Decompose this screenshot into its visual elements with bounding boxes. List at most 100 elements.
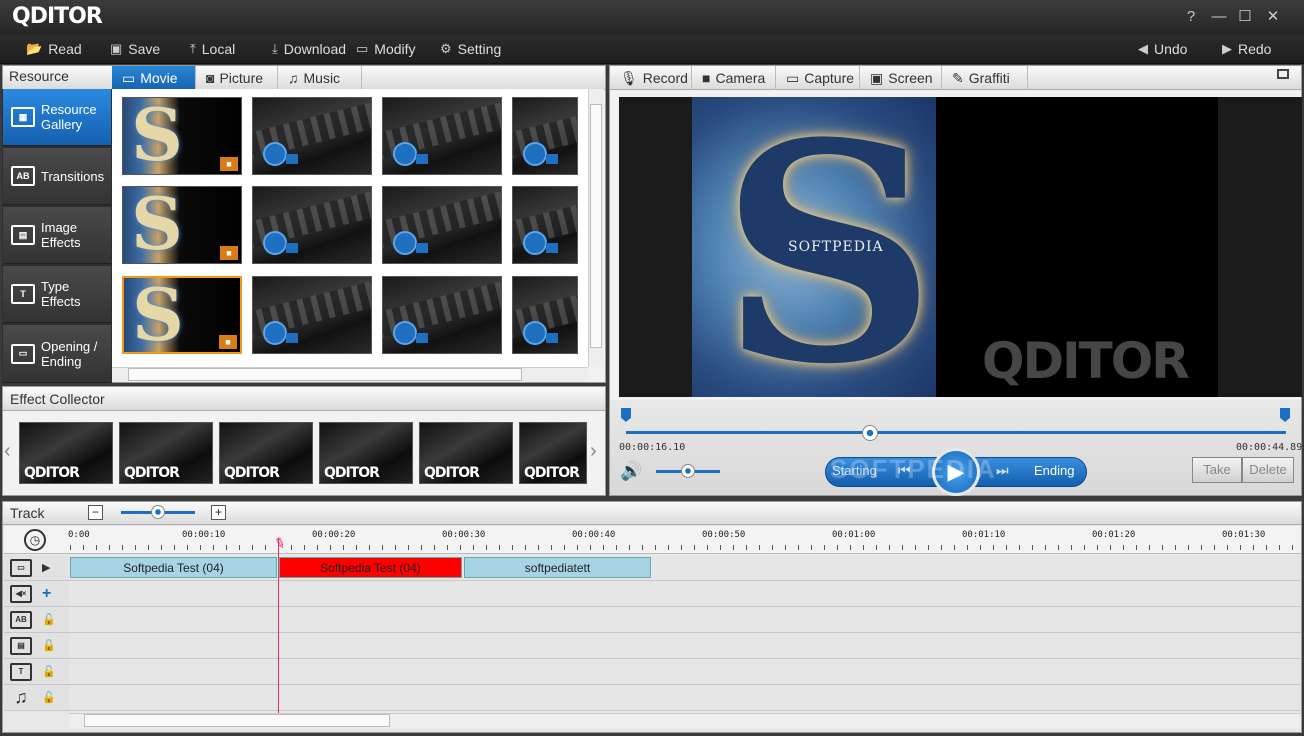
tab-screen[interactable]: ▣ Screen	[860, 66, 942, 90]
ruler-tick	[564, 545, 565, 550]
chevron-right-icon[interactable]: ›	[590, 440, 597, 463]
scrollbar-thumb[interactable]	[84, 714, 390, 727]
modify-button[interactable]: ▭ Modify	[356, 34, 416, 64]
fullscreen-icon[interactable]	[1277, 69, 1289, 79]
timeline-clip[interactable]: Softpedia Test (04)	[70, 557, 277, 578]
transition-track[interactable]	[69, 607, 1301, 633]
media-thumbnail[interactable]	[512, 186, 578, 264]
expand-arrow-icon[interactable]: ▶	[42, 561, 50, 574]
volume-icon[interactable]: 🔊	[620, 461, 642, 482]
timeline-clip-selected[interactable]: Softpedia Test (04)	[279, 557, 462, 578]
media-thumbnail-selected[interactable]: S ■	[122, 276, 242, 354]
text-icon: T	[10, 662, 32, 681]
ruler-tick	[408, 545, 409, 550]
zoom-out-button[interactable]: −	[88, 505, 103, 520]
scrollbar-thumb[interactable]	[590, 104, 602, 348]
tab-capture[interactable]: ▭ Capture	[776, 66, 860, 90]
ruler-tick	[941, 545, 942, 550]
minimize-button[interactable]: —	[1208, 6, 1230, 28]
camera-icon: ◙	[206, 70, 215, 86]
music-track[interactable]	[69, 685, 1301, 711]
ruler-tick	[1292, 545, 1293, 550]
tab-movie-label: Movie	[140, 70, 178, 86]
save-button[interactable]: ▣ Save	[110, 34, 160, 64]
fast-forward-icon[interactable]: ⏭	[996, 462, 1009, 479]
delete-button[interactable]: Delete	[1242, 457, 1294, 483]
effect-thumbnail[interactable]: QDITOR	[219, 422, 313, 484]
local-button[interactable]: ⤒ Local	[190, 34, 235, 64]
tab-record[interactable]: 🎙 Record	[610, 66, 692, 90]
ruler-tick	[317, 545, 318, 550]
media-thumbnail[interactable]	[252, 186, 372, 264]
add-icon[interactable]: +	[42, 585, 51, 603]
lock-open-icon[interactable]: 🔓	[42, 613, 56, 626]
media-thumbnail[interactable]: S ■	[122, 97, 242, 175]
setting-button[interactable]: ⚙ Setting	[440, 34, 501, 64]
ruler-tick	[1227, 545, 1228, 550]
ruler-tick	[694, 545, 695, 550]
volume-slider[interactable]	[681, 464, 695, 478]
ruler-tick	[70, 545, 71, 550]
playhead-track[interactable]	[626, 431, 1286, 434]
lock-open-icon[interactable]: 🔓	[42, 665, 56, 678]
effect-thumbnail[interactable]: QDITOR	[419, 422, 513, 484]
scrollbar-thumb[interactable]	[128, 368, 522, 381]
ending-button[interactable]: Ending	[1034, 463, 1074, 478]
media-thumbnail[interactable]	[512, 276, 578, 354]
tab-capture-label: Capture	[804, 70, 855, 86]
tab-music[interactable]: ♫ Music	[278, 66, 362, 90]
maximize-button[interactable]: ☐	[1234, 6, 1256, 28]
effect-thumbnail[interactable]: QDITOR	[19, 422, 113, 484]
close-button[interactable]: ✕	[1262, 6, 1284, 28]
tab-camera[interactable]: ■ Camera	[692, 66, 776, 90]
total-time: 00:00:44.89	[1236, 442, 1303, 453]
ruler-tick	[1123, 545, 1124, 550]
tab-graffiti[interactable]: ✎ Graffiti	[942, 66, 1028, 90]
sidebar-item-transitions[interactable]: AB Transitions	[3, 148, 111, 205]
image-effect-track[interactable]	[69, 633, 1301, 659]
media-thumbnail[interactable]	[512, 97, 578, 175]
zoom-slider[interactable]	[151, 505, 165, 519]
music-note-icon: ♫	[288, 70, 299, 86]
media-thumbnail[interactable]	[252, 276, 372, 354]
ruler-tick	[603, 545, 604, 550]
sidebar-item-resource-gallery[interactable]: ▦ Resource Gallery	[3, 89, 111, 146]
text-track[interactable]	[69, 659, 1301, 685]
timeline-clip[interactable]: softpediatett	[464, 557, 651, 578]
resource-header: Resource	[9, 68, 69, 84]
read-button[interactable]: 📂 Read	[26, 34, 82, 64]
undo-button[interactable]: ◀ Undo	[1138, 34, 1187, 64]
take-button[interactable]: Take	[1192, 457, 1242, 483]
redo-button[interactable]: ▶ Redo	[1222, 34, 1271, 64]
music-note-icon: ♫	[14, 687, 28, 707]
media-thumbnail[interactable]	[252, 97, 372, 175]
chevron-left-icon[interactable]: ‹	[4, 440, 11, 463]
timeline-playhead[interactable]	[278, 538, 279, 713]
zoom-in-button[interactable]: +	[211, 505, 226, 520]
sidebar-item-opening-ending[interactable]: ▭ Opening / Ending	[3, 325, 111, 383]
film-reel-icon	[523, 321, 547, 345]
track-header: Track	[10, 505, 45, 521]
effect-thumbnail[interactable]: QDITOR	[119, 422, 213, 484]
audio-track[interactable]	[69, 581, 1301, 607]
lock-open-icon[interactable]: 🔓	[42, 691, 56, 704]
tab-camera-label: Camera	[715, 70, 766, 86]
tab-movie[interactable]: ▭ Movie	[112, 66, 196, 90]
sidebar-item-type-effects[interactable]: T Type Effects	[3, 266, 111, 323]
help-button[interactable]: ?	[1180, 6, 1202, 28]
media-thumbnail[interactable]	[382, 276, 502, 354]
sidebar-item-image-effects[interactable]: ▤ Image Effects	[3, 207, 111, 264]
lock-open-icon[interactable]: 🔓	[42, 639, 56, 652]
upload-icon: ⤒	[190, 41, 196, 56]
download-button[interactable]: ⤓ Download	[272, 34, 346, 64]
tab-picture[interactable]: ◙ Picture	[196, 66, 278, 90]
media-thumbnail[interactable]	[382, 186, 502, 264]
read-label: Read	[48, 41, 82, 57]
media-thumbnail[interactable]: S ■	[122, 186, 242, 264]
effect-thumbnail[interactable]: QDITOR	[519, 422, 587, 484]
media-thumbnail[interactable]	[382, 97, 502, 175]
ruler-tick	[876, 545, 877, 550]
ruler-tick	[1110, 545, 1111, 550]
effect-thumbnail[interactable]: QDITOR	[319, 422, 413, 484]
ruler-tick	[200, 545, 201, 550]
